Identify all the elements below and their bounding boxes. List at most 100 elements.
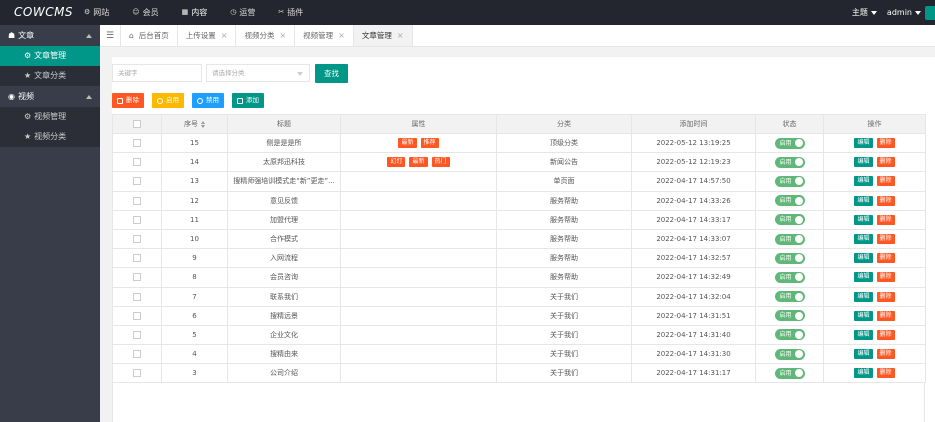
status-toggle[interactable]: 启用 (774, 233, 805, 245)
status-toggle[interactable]: 启用 (774, 291, 805, 303)
batch-disable-button[interactable]: 禁用 (192, 93, 224, 108)
row-checkbox[interactable] (133, 235, 141, 244)
delete-button[interactable]: 删除 (876, 349, 895, 360)
delete-button[interactable]: 删除 (876, 272, 895, 283)
search-button[interactable]: 查找 (315, 64, 348, 83)
status-toggle-label: 启用 (779, 331, 792, 339)
status-toggle[interactable]: 启用 (774, 252, 805, 264)
delete-button[interactable]: 删除 (876, 176, 895, 187)
edit-button[interactable]: 编辑 (854, 157, 873, 168)
status-toggle[interactable]: 启用 (774, 271, 805, 283)
user-menu[interactable]: admin (887, 8, 921, 17)
status-toggle[interactable]: 启用 (774, 329, 805, 341)
row-checkbox[interactable] (133, 292, 141, 301)
row-checkbox[interactable] (133, 369, 141, 378)
row-checkbox[interactable] (133, 330, 141, 339)
edit-button[interactable]: 编辑 (854, 214, 873, 225)
category-cell: 服务帮助 (496, 248, 632, 269)
sidebar-item[interactable]: ★ 文章分类 (0, 66, 100, 86)
sidebar-item[interactable]: ⚙ 文章管理 (0, 46, 100, 66)
sidebar-group[interactable]: ☗ 文章 (0, 25, 100, 46)
status-toggle-label: 启用 (779, 177, 792, 185)
sort-icon[interactable] (201, 120, 205, 128)
row-checkbox[interactable] (133, 273, 141, 282)
status-toggle[interactable]: 启用 (774, 195, 805, 207)
tab[interactable]: 上传设置 × (178, 25, 237, 46)
tab[interactable]: 文章管理 × (353, 25, 413, 46)
status-toggle[interactable]: 启用 (774, 137, 805, 149)
row-checkbox[interactable] (133, 158, 141, 167)
tab[interactable]: 视频分类 × (236, 25, 296, 46)
top-nav-label: 运营 (239, 8, 256, 17)
row-checkbox[interactable] (133, 350, 141, 359)
select-all-checkbox[interactable] (133, 120, 141, 128)
id-cell: 11 (161, 209, 228, 230)
row-checkbox[interactable] (133, 215, 141, 224)
column-header-category: 分类 (496, 114, 632, 134)
delete-button[interactable]: 删除 (876, 368, 895, 379)
sidebar-group[interactable]: ◉ 视频 (0, 86, 100, 107)
edit-button[interactable]: 编辑 (854, 329, 873, 340)
batch-delete-button[interactable]: 删除 (112, 93, 144, 108)
delete-button[interactable]: 删除 (876, 234, 895, 245)
sidebar-item[interactable]: ★ 视频分类 (0, 127, 100, 147)
top-nav-item[interactable]: ☺ 会员 (132, 0, 167, 25)
row-checkbox[interactable] (133, 196, 141, 205)
edit-button[interactable]: 编辑 (854, 272, 873, 283)
delete-button[interactable]: 删除 (876, 214, 895, 225)
status-toggle[interactable]: 启用 (774, 175, 805, 187)
row-checkbox[interactable] (133, 139, 141, 148)
top-nav-item[interactable]: ▦ 内容 (182, 0, 217, 25)
edit-button[interactable]: 编辑 (854, 349, 873, 360)
tab[interactable]: 视频管理 × (295, 25, 354, 46)
row-checkbox[interactable] (133, 177, 141, 186)
keyword-input[interactable]: 关键字 (112, 64, 202, 82)
delete-button[interactable]: 删除 (876, 253, 895, 264)
edit-button[interactable]: 编辑 (854, 176, 873, 187)
table-row: 12 意见反馈 服务帮助 2022-04-17 14:33:26 启用 编辑 删除 (112, 190, 926, 211)
edit-button[interactable]: 编辑 (854, 310, 873, 321)
tab[interactable]: ⌂ 后台首页 (121, 25, 178, 46)
status-toggle[interactable]: 启用 (774, 348, 805, 360)
close-icon[interactable]: × (279, 25, 286, 46)
delete-button[interactable]: 删除 (876, 138, 895, 149)
add-article-button[interactable]: 添加 (232, 93, 264, 108)
row-select-cell (112, 324, 162, 346)
status-toggle[interactable]: 启用 (774, 156, 805, 168)
status-toggle[interactable]: 启用 (774, 367, 805, 379)
close-icon[interactable]: × (221, 25, 228, 46)
top-nav-item[interactable]: ✂ 插件 (278, 0, 312, 25)
attributes-cell: 幻灯 最新 热门 (340, 152, 497, 173)
table-row: 8 会员咨询 服务帮助 2022-04-17 14:32:49 启用 编辑 删除 (112, 267, 926, 288)
menu-toggle-icon[interactable]: ☰ (100, 25, 121, 46)
delete-button[interactable]: 删除 (876, 291, 895, 302)
theme-menu[interactable]: 主题 (852, 7, 877, 18)
batch-enable-button[interactable]: 启用 (152, 93, 184, 108)
edit-button[interactable]: 编辑 (854, 138, 873, 149)
side-toggle-button[interactable] (925, 6, 935, 20)
row-checkbox[interactable] (133, 254, 141, 263)
edit-button[interactable]: 编辑 (854, 291, 873, 302)
status-toggle[interactable]: 启用 (774, 310, 805, 322)
close-icon[interactable]: × (397, 25, 404, 46)
top-nav-item[interactable]: ⚙ 网站 (84, 0, 118, 25)
row-checkbox[interactable] (133, 311, 141, 320)
top-nav-item[interactable]: ◷ 运营 (230, 0, 264, 25)
category-select[interactable]: 请选择分类 (206, 64, 310, 82)
delete-button[interactable]: 删除 (876, 310, 895, 321)
column-header-id-label: 序号 (184, 120, 198, 128)
table-row: 3 公司介绍 关于我们 2022-04-17 14:31:17 启用 编辑 删除 (112, 363, 926, 384)
sidebar-item[interactable]: ⚙ 视频管理 (0, 107, 100, 127)
edit-button[interactable]: 编辑 (854, 195, 873, 206)
delete-button[interactable]: 删除 (876, 329, 895, 340)
edit-button[interactable]: 编辑 (854, 234, 873, 245)
status-toggle[interactable]: 启用 (774, 214, 805, 226)
edit-button[interactable]: 编辑 (854, 253, 873, 264)
close-icon[interactable]: × (338, 25, 345, 46)
category-cell: 关于我们 (496, 305, 632, 326)
delete-button[interactable]: 删除 (876, 157, 895, 168)
toggle-knob (795, 369, 803, 378)
delete-button[interactable]: 删除 (876, 195, 895, 206)
column-header-id[interactable]: 序号 (161, 114, 228, 134)
edit-button[interactable]: 编辑 (854, 368, 873, 379)
